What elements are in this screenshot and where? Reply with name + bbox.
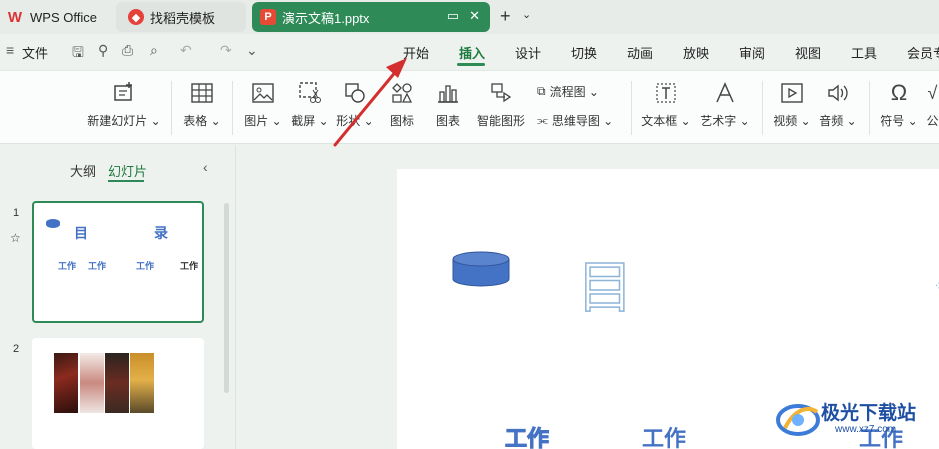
- watermark: 极光下载站 www.xz7.com: [775, 394, 939, 444]
- watermark-logo-icon: [776, 404, 820, 436]
- watermark-url: www.xz7.com: [835, 424, 897, 435]
- watermark-text: 极光下载站: [821, 403, 917, 424]
- annotation-arrow: [333, 58, 407, 147]
